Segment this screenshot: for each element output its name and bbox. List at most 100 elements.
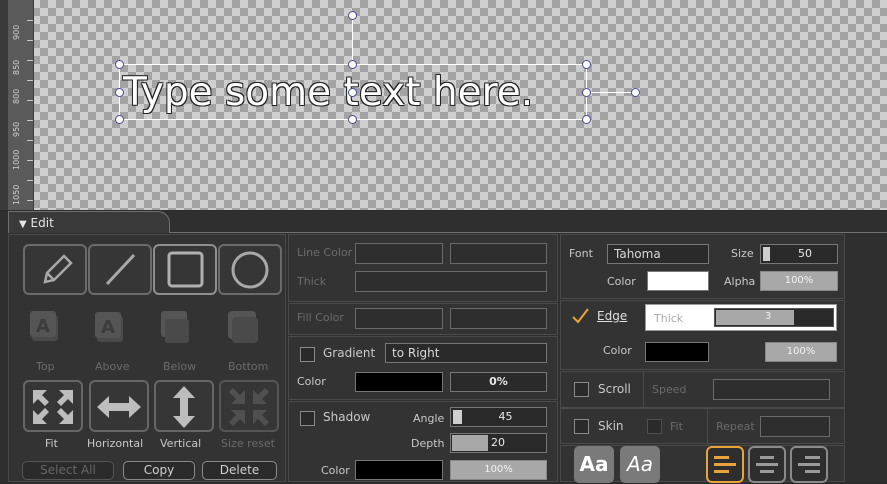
font-section: Font Tahoma Size 50 Color Alpha 100% <box>560 234 845 299</box>
line-thick-label: Thick <box>297 275 327 288</box>
gradient-color-swatch[interactable] <box>355 372 443 392</box>
shadow-angle-label: Angle <box>413 412 445 425</box>
gradient-checkbox[interactable] <box>300 347 315 362</box>
shadow-depth-value: 20 <box>491 436 505 449</box>
fit-checkbox[interactable] <box>647 419 662 434</box>
copy-button[interactable]: Copy <box>123 461 195 480</box>
horizontal-arrows-icon <box>97 396 141 418</box>
align-center-button[interactable] <box>748 446 786 483</box>
font-label: Font <box>569 247 593 260</box>
select-all-button[interactable]: Select All <box>22 461 114 480</box>
top-label: Top <box>36 360 55 373</box>
line-icon <box>105 253 136 286</box>
shadow-angle-slider[interactable]: 45 <box>450 407 547 427</box>
edge-thick-control[interactable]: Thick 3 <box>645 304 837 331</box>
above-label: Above <box>95 360 130 373</box>
send-backward-icon[interactable] <box>157 307 197 349</box>
send-to-bottom-icon[interactable] <box>224 307 264 349</box>
shadow-section: Shadow Angle 45 Depth 20 Color 100% <box>288 401 558 482</box>
scroll-label: Scroll <box>598 382 631 396</box>
align-right-button[interactable] <box>790 446 828 483</box>
skin-checkbox[interactable] <box>574 419 589 434</box>
font-color-label: Color <box>607 275 636 288</box>
horizontal-button[interactable] <box>89 380 149 432</box>
line-section: Line Color Thick <box>288 234 558 302</box>
expand-arrows-icon <box>33 390 73 424</box>
shadow-alpha-field[interactable]: 100% <box>450 460 547 480</box>
fill-color-swatch[interactable] <box>355 308 443 329</box>
resize-handle-top-left[interactable] <box>115 60 124 69</box>
bring-forward-icon[interactable]: A <box>91 307 131 349</box>
shadow-color-label: Color <box>321 464 350 477</box>
font-alpha-field[interactable]: 100% <box>760 271 838 291</box>
svg-text:A: A <box>101 317 115 338</box>
scroll-speed-label: Speed <box>652 383 687 396</box>
svg-text:A: A <box>36 316 50 337</box>
resize-handle-bottom-right[interactable] <box>582 115 591 124</box>
ruler-tick: 1000 <box>12 149 21 170</box>
edit-tab[interactable]: ▼ Edit <box>8 211 170 233</box>
resize-handle-top-right[interactable] <box>582 60 591 69</box>
vertical-label: Vertical <box>160 437 202 450</box>
gradient-percent-field[interactable]: 0% <box>450 372 547 392</box>
line-color-swatch[interactable] <box>355 243 443 264</box>
italic-button[interactable]: Aa <box>620 446 660 483</box>
fit-button[interactable] <box>23 380 83 432</box>
scroll-checkbox[interactable] <box>574 382 589 397</box>
rectangle-tool-button[interactable] <box>153 244 217 295</box>
shadow-depth-slider[interactable]: 20 <box>450 433 547 453</box>
line-tool-button[interactable] <box>88 244 152 295</box>
bring-to-top-icon[interactable]: A <box>27 307 67 349</box>
fill-color-alpha[interactable] <box>450 308 547 329</box>
delete-button[interactable]: Delete <box>202 461 277 480</box>
edge-thick-slider[interactable]: 3 <box>714 308 834 327</box>
edge-alpha-field[interactable]: 100% <box>765 342 837 362</box>
gradient-section: Gradient to Right Color 0% <box>288 336 558 400</box>
repeat-field[interactable] <box>760 416 830 437</box>
pencil-tool-button[interactable] <box>23 244 87 295</box>
pencil-icon <box>43 254 73 284</box>
center-handle[interactable] <box>348 88 357 97</box>
bold-button[interactable]: Aa <box>574 446 614 483</box>
line-thick-slider[interactable] <box>355 271 547 292</box>
vertical-button[interactable] <box>154 380 214 432</box>
edit-panel: ▼ Edit A Top A Above Below Bottom Fit Ho… <box>0 211 887 483</box>
fill-section: Fill Color <box>288 303 558 335</box>
ruler-tick: 800 <box>12 88 21 104</box>
font-alpha-label: Alpha <box>724 275 756 288</box>
resize-handle-bottom[interactable] <box>348 115 357 124</box>
ruler-tick: 950 <box>12 121 21 137</box>
slider-fill <box>716 310 794 325</box>
resize-handle-bottom-left[interactable] <box>115 115 124 124</box>
ruler-tick: 850 <box>12 59 21 75</box>
resize-handle-right[interactable] <box>582 88 591 97</box>
slider-fill <box>763 247 770 261</box>
scroll-speed-field[interactable] <box>713 379 830 400</box>
ellipse-icon <box>231 251 269 289</box>
align-right-icon <box>798 456 820 473</box>
shadow-checkbox[interactable] <box>300 411 315 426</box>
resize-handle-top[interactable] <box>348 60 357 69</box>
skew-handle[interactable] <box>631 88 640 97</box>
shadow-color-swatch[interactable] <box>355 460 443 480</box>
canvas-left-edge <box>0 0 8 210</box>
size-reset-label: Size reset <box>221 437 275 450</box>
below-label: Below <box>163 360 197 373</box>
font-family-select[interactable]: Tahoma <box>607 244 709 264</box>
rotate-handle-line <box>352 16 353 64</box>
edge-color-swatch[interactable] <box>645 342 709 362</box>
rotate-handle[interactable] <box>348 11 357 20</box>
repeat-label: Repeat <box>716 420 755 433</box>
resize-handle-left[interactable] <box>115 88 124 97</box>
edge-checkmark-icon[interactable] <box>571 307 591 325</box>
gradient-direction-select[interactable]: to Right <box>385 343 547 363</box>
ruler-tick: 900 <box>12 24 21 40</box>
align-left-button[interactable] <box>706 446 744 483</box>
font-size-slider[interactable]: 50 <box>760 244 838 264</box>
size-reset-button[interactable] <box>219 380 279 432</box>
canvas-area[interactable]: 900 850 800 950 1000 1050 Type some text… <box>0 0 887 210</box>
font-color-swatch[interactable] <box>647 271 709 291</box>
sample-text[interactable]: Type some text here. <box>123 70 533 115</box>
line-color-alpha[interactable] <box>450 243 547 264</box>
ellipse-tool-button[interactable] <box>218 244 282 295</box>
